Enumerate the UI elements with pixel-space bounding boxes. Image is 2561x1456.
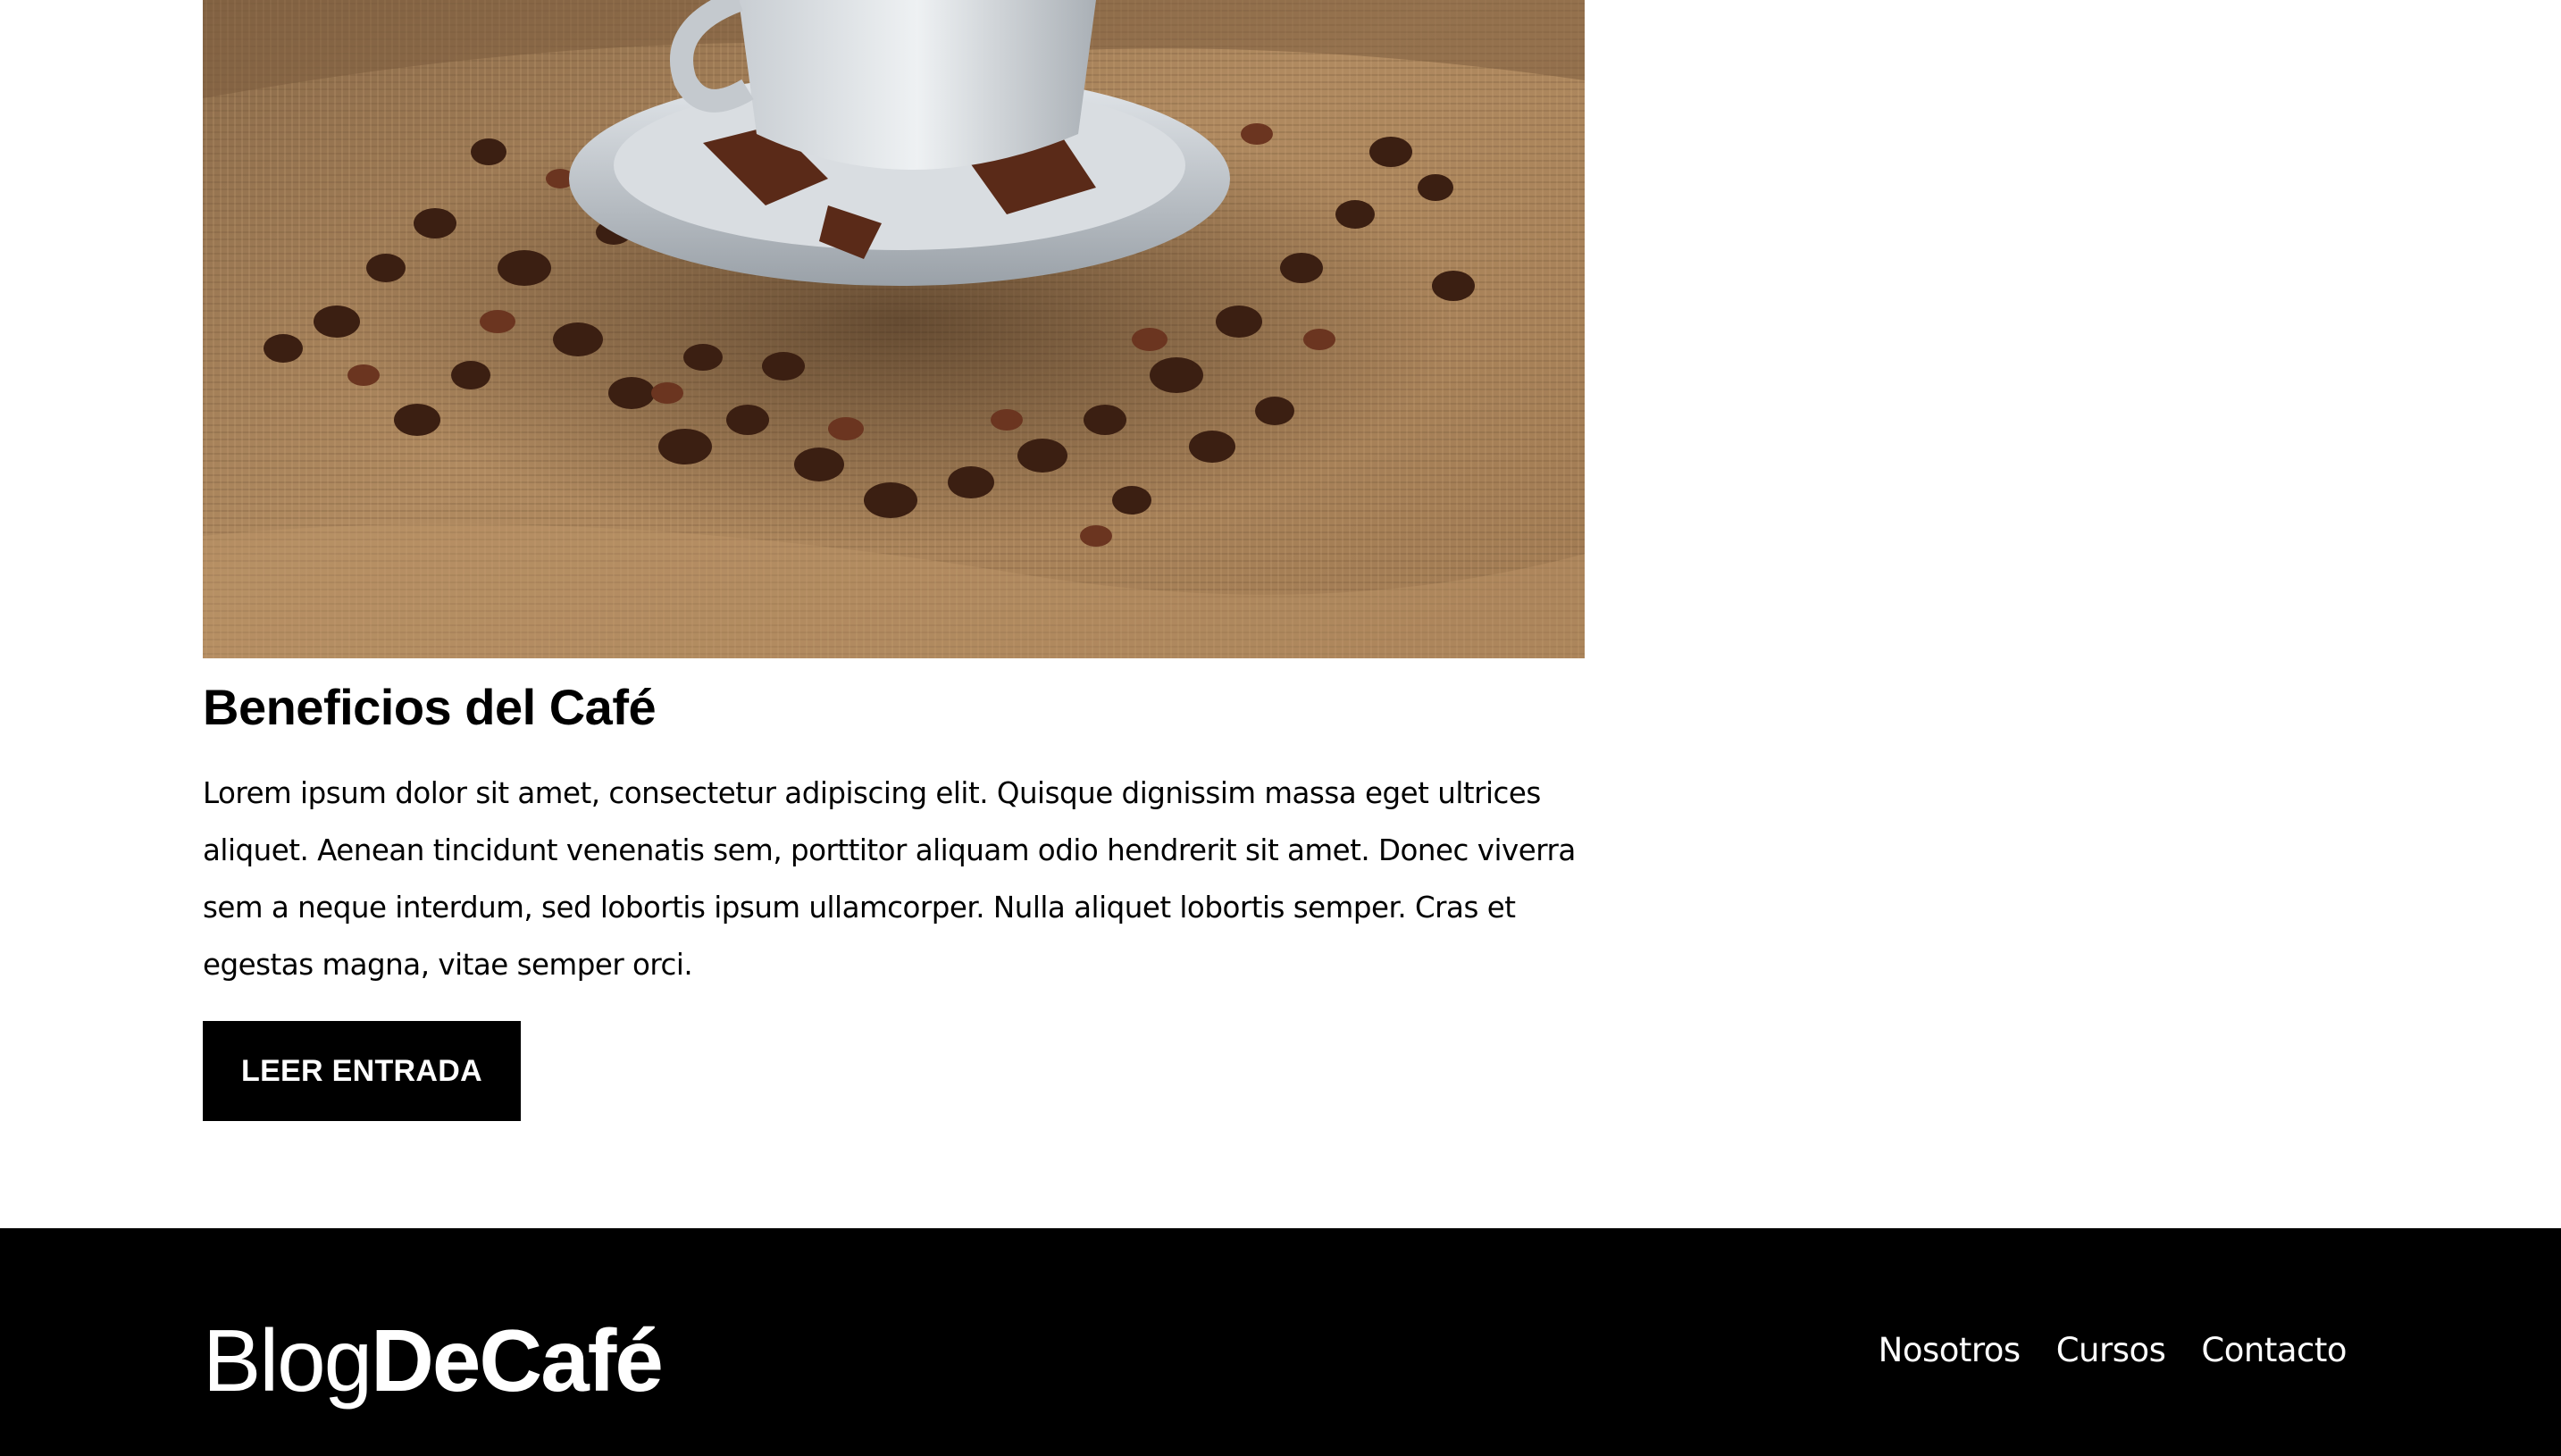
footer-nav-cursos[interactable]: Cursos xyxy=(2056,1328,2166,1373)
footer-nav-nosotros[interactable]: Nosotros xyxy=(1879,1328,2021,1373)
footer-nav-contacto[interactable]: Contacto xyxy=(2201,1328,2347,1373)
logo-text-bold: DeCafé xyxy=(371,1311,664,1410)
post-image xyxy=(203,0,1585,658)
post-excerpt: Lorem ipsum dolor sit amet, consectetur … xyxy=(203,776,1576,982)
footer-nav: Nosotros Cursos Contacto xyxy=(1879,1328,2348,1373)
site-footer: BlogDeCafé Nosotros Cursos Contacto xyxy=(0,1228,2561,1456)
footer-logo[interactable]: BlogDeCafé xyxy=(203,1307,664,1414)
read-post-button[interactable]: LEER ENTRADA xyxy=(203,1021,521,1121)
coffee-photo xyxy=(203,0,1585,658)
logo-text-light: Blog xyxy=(203,1311,372,1410)
post-title: Beneficios del Café xyxy=(203,679,657,735)
